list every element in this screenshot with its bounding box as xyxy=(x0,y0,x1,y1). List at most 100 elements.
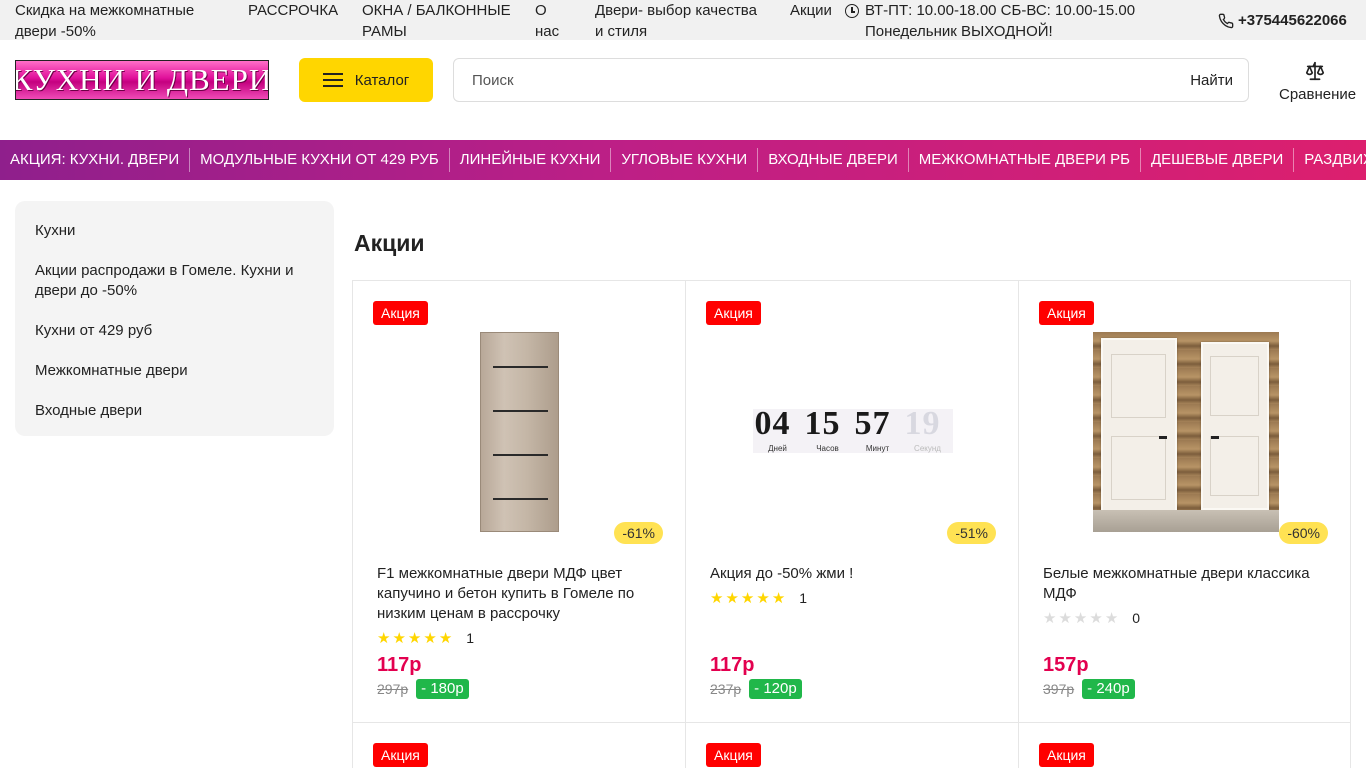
nav-item-interior-doors[interactable]: МЕЖКОМНАТНЫЕ ДВЕРИ РБ xyxy=(907,148,1140,172)
product-card[interactable]: Акция xyxy=(1018,722,1351,768)
old-price-row: 237р - 120р xyxy=(710,679,802,699)
product-rating: ★ ★ ★ ★ ★ 0 xyxy=(1043,610,1140,626)
working-hours-line1: ВТ-ПТ: 10.00-18.00 СБ-ВС: 10.00-15.00 xyxy=(865,2,1136,19)
star-icon: ★ xyxy=(423,629,437,647)
countdown-hours-label: Часов xyxy=(816,444,839,453)
top-bar: Скидка на межкомнатные двери -50% РАССРО… xyxy=(0,0,1366,40)
savings-badge: - 120р xyxy=(749,679,802,699)
top-link-windows[interactable]: ОКНА / БАЛКОННЫЕ РАМЫ xyxy=(362,0,511,42)
top-link-about-line1: О xyxy=(535,2,547,19)
top-link-doors-quality[interactable]: Двери- выбор качества и стиля xyxy=(595,0,757,42)
star-icon: ★ xyxy=(1073,609,1088,627)
product-card[interactable]: Акция 04 15 57 19 Дней Часов Минут Секун… xyxy=(685,280,1019,723)
countdown-minutes: 57 xyxy=(854,405,891,442)
nav-item-promo[interactable]: АКЦИЯ: КУХНИ. ДВЕРИ xyxy=(0,148,189,172)
site-logo[interactable]: КУХНИ И ДВЕРИ xyxy=(15,60,269,100)
phone-number: +375445622066 xyxy=(1238,12,1347,29)
star-icon: ★ xyxy=(1089,609,1103,627)
star-icon: ★ xyxy=(407,629,422,647)
catalog-button[interactable]: Каталог xyxy=(299,58,433,102)
countdown-days: 04 xyxy=(754,405,791,442)
star-icon: ★ xyxy=(725,589,739,607)
working-hours-line2: Понедельник ВЫХОДНОЙ! xyxy=(865,23,1053,40)
product-image[interactable] xyxy=(373,332,666,532)
star-icon: ★ xyxy=(771,589,786,607)
product-card[interactable]: Акция xyxy=(352,722,686,768)
top-link-doors-quality-line2: и стиля xyxy=(595,23,648,40)
sidebar-item-kitchens-429[interactable]: Кухни от 429 руб xyxy=(35,311,314,351)
phone-icon xyxy=(1218,13,1234,28)
old-price: 397р xyxy=(1043,681,1075,697)
star-icon: ★ xyxy=(756,589,770,607)
main-nav: АКЦИЯ: КУХНИ. ДВЕРИ МОДУЛЬНЫЕ КУХНИ ОТ 4… xyxy=(0,140,1366,180)
phone-link[interactable]: +375445622066 xyxy=(1218,10,1347,31)
nav-item-modular-kitchens[interactable]: МОДУЛЬНЫЕ КУХНИ ОТ 429 РУБ xyxy=(189,148,449,172)
review-count: 0 xyxy=(1132,610,1141,626)
promo-badge: Акция xyxy=(1039,301,1094,325)
promo-badge: Акция xyxy=(1039,743,1094,767)
product-card[interactable]: Акция xyxy=(685,722,1019,768)
top-link-promo[interactable]: Акции xyxy=(790,0,832,21)
promo-badge: Акция xyxy=(373,301,428,325)
review-count: 1 xyxy=(799,590,808,606)
discount-badge: -60% xyxy=(1279,522,1328,544)
nav-item-corner-kitchens[interactable]: УГЛОВЫЕ КУХНИ xyxy=(610,148,757,172)
top-link-doors-quality-line1: Двери- выбор качества xyxy=(595,2,757,19)
star-icon: ★ xyxy=(740,589,755,607)
door-image xyxy=(480,332,559,532)
sidebar-item-interior-doors[interactable]: Межкомнатные двери xyxy=(35,351,314,391)
product-rating: ★ ★ ★ ★ ★ 1 xyxy=(710,590,807,606)
nav-item-cheap-doors[interactable]: ДЕШЕВЫЕ ДВЕРИ xyxy=(1139,148,1293,172)
discount-badge: -61% xyxy=(614,522,663,544)
compare-link[interactable]: Сравнение xyxy=(1279,58,1356,103)
search-input[interactable] xyxy=(454,59,1176,101)
product-image[interactable]: 04 15 57 19 Дней Часов Минут Секунд xyxy=(706,332,999,532)
price: 117р xyxy=(710,654,755,676)
product-name[interactable]: Белые межкомнатные двери классика МДФ xyxy=(1043,564,1313,604)
top-link-installment[interactable]: РАССРОЧКА xyxy=(248,0,338,21)
search-button[interactable]: Найти xyxy=(1175,59,1248,101)
countdown-seconds: 19 xyxy=(904,405,941,442)
menu-icon xyxy=(322,73,343,87)
promo-badge: Акция xyxy=(706,743,761,767)
sidebar-item-entrance-doors[interactable]: Входные двери xyxy=(35,391,314,431)
product-card[interactable]: Акция -60% Белые межкомнатные двери клас… xyxy=(1018,280,1351,723)
site-logo-text: КУХНИ И ДВЕРИ xyxy=(15,62,269,97)
white-doors-image xyxy=(1092,332,1279,532)
top-link-door-sale-line2: двери -50% xyxy=(15,23,96,40)
old-price: 237р xyxy=(710,681,742,697)
star-icon: ★ xyxy=(1043,609,1057,627)
page-title: Акции xyxy=(354,230,425,256)
working-hours: ВТ-ПТ: 10.00-18.00 СБ-ВС: 10.00-15.00 По… xyxy=(845,0,1135,42)
countdown-minutes-label: Минут xyxy=(865,444,890,453)
top-link-door-sale-line1: Скидка на межкомнатные xyxy=(15,2,195,19)
top-link-door-sale[interactable]: Скидка на межкомнатные двери -50% xyxy=(15,0,194,42)
countdown-image: 04 15 57 19 Дней Часов Минут Секунд xyxy=(752,332,953,532)
promo-badge: Акция xyxy=(373,743,428,767)
compare-label: Сравнение xyxy=(1279,86,1357,103)
nav-item-sliding-doors[interactable]: РАЗДВИЖНЫЕ ДВЕРИ xyxy=(1293,148,1366,172)
product-card[interactable]: Акция -61% F1 межкомнатные двери МДФ цве… xyxy=(352,280,686,723)
nav-item-entrance-doors[interactable]: ВХОДНЫЕ ДВЕРИ xyxy=(757,148,908,172)
old-price: 297р xyxy=(377,681,409,697)
top-link-about[interactable]: О нас xyxy=(535,0,559,42)
category-sidebar: Кухни Акции распродажи в Гомеле. Кухни и… xyxy=(15,201,334,436)
product-name[interactable]: F1 межкомнатные двери МДФ цвет капучино … xyxy=(377,564,647,624)
sidebar-item-kitchens[interactable]: Кухни xyxy=(35,211,314,251)
old-price-row: 397р - 240р xyxy=(1043,679,1135,699)
countdown-days-label: Дней xyxy=(768,444,787,453)
sidebar-item-sales[interactable]: Акции распродажи в Гомеле. Кухни и двери… xyxy=(35,251,314,311)
catalog-button-label: Каталог xyxy=(354,71,410,89)
product-image[interactable] xyxy=(1039,332,1332,532)
star-icon: ★ xyxy=(1104,609,1119,627)
product-name[interactable]: Акция до -50% жми ! xyxy=(710,564,980,584)
savings-badge: - 180р xyxy=(416,679,469,699)
nav-item-linear-kitchens[interactable]: ЛИНЕЙНЫЕ КУХНИ xyxy=(448,148,611,172)
star-icon: ★ xyxy=(377,629,391,647)
star-icon: ★ xyxy=(1058,609,1072,627)
star-icon: ★ xyxy=(710,589,724,607)
top-link-windows-line2: РАМЫ xyxy=(362,23,407,40)
top-link-windows-line1: ОКНА / БАЛКОННЫЕ xyxy=(362,2,511,19)
review-count: 1 xyxy=(466,630,475,646)
old-price-row: 297р - 180р xyxy=(377,679,469,699)
